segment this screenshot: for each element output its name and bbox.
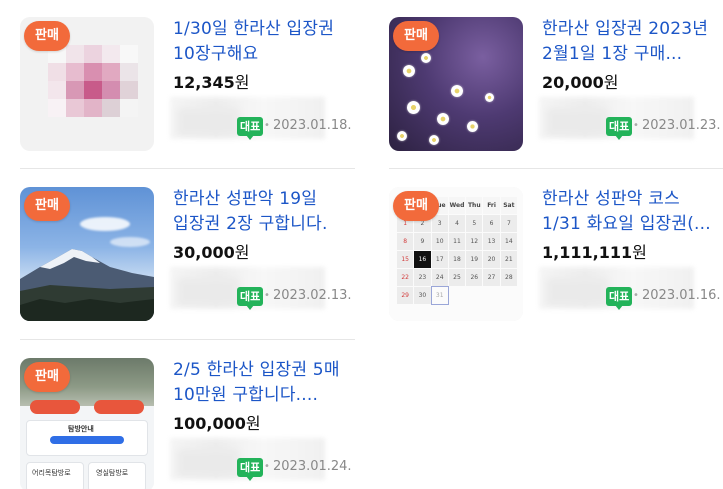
listing-title[interactable]: 한라산 입장권 2023년 2월1일 1장 구매... [542,17,723,67]
row-divider [20,168,355,169]
calendar-day-cell [466,287,483,304]
calendar-header-cell: Thu [466,197,483,214]
sale-badge: 판매 [24,362,70,392]
listing-item[interactable]: 판매 한라산 성판악 19일 입장권 2장 구합니다. 30,000원 대표 •… [20,187,365,327]
calendar-day-cell: 27 [483,269,500,286]
calendar-day-cell: 6 [483,215,500,232]
row-divider [389,168,723,169]
rep-badge: 대표 [237,458,264,481]
row-divider [20,339,355,340]
listing-date: 2023.01.24. [273,459,352,474]
app-course-a: 어리목탐방로 [32,469,71,477]
rep-badge: 대표 [237,287,264,310]
listing-item[interactable]: 탐방안내 어리목탐방로 영실탐방로 판매 2/5 한라산 입장권 5매 10만원… [20,358,365,489]
calendar-day-cell: 20 [483,251,500,268]
listing-price: 100,000원 [173,414,261,433]
listing-item[interactable]: SunMonTueWedThuFriSat1234567891011121314… [389,187,723,327]
app-course-b: 영실탐방로 [96,469,129,477]
rep-badge: 대표 [606,117,633,140]
calendar-day-cell: 5 [466,215,483,232]
calendar-day-cell: 26 [466,269,483,286]
listing-date: 2023.01.23. [642,118,721,133]
calendar-day-cell: 14 [500,233,517,250]
calendar-day-cell: 31 [430,286,449,305]
calendar-day-cell: 13 [483,233,500,250]
sale-badge: 판매 [24,191,70,221]
sale-badge: 판매 [24,21,70,51]
calendar-header-cell: Sat [500,197,517,214]
calendar-day-cell [448,287,466,304]
calendar-day-cell: 29 [397,287,414,304]
listing-thumbnail[interactable]: 판매 [20,187,154,321]
separator-dot: • [633,290,639,301]
sale-badge: 판매 [393,21,439,51]
rep-badge: 대표 [237,117,264,140]
listing-title[interactable]: 한라산 성판악 19일 입장권 2장 구합니다. [173,187,363,237]
listing-title[interactable]: 1/30일 한라산 입장권 10장구해요 [173,17,363,67]
listing-thumbnail[interactable]: 탐방안내 어리목탐방로 영실탐방로 판매 [20,358,154,489]
app-notice-text: 탐방안내 [68,425,94,433]
calendar-day-cell: 18 [448,251,466,268]
blurred-image [48,45,138,117]
calendar-header-cell: Fri [483,197,500,214]
calendar-day-cell: 30 [414,287,431,304]
calendar-day-cell: 8 [397,233,414,250]
separator-dot: • [264,120,270,131]
listing-price: 1,111,111원 [542,243,647,262]
calendar-day-cell: 24 [431,269,448,286]
calendar-day-cell: 9 [414,233,431,250]
separator-dot: • [633,120,639,131]
listing-date: 2023.01.16. [642,288,721,303]
separator-dot: • [264,461,270,472]
listing-title[interactable]: 한라산 성판악 코스 1/31 화요일 입장권(... [542,187,723,237]
listing-item[interactable]: 판매 한라산 입장권 2023년 2월1일 1장 구매... 20,000원 대… [389,17,723,157]
calendar-day-cell: 15 [397,251,414,268]
calendar-day-cell: 25 [448,269,466,286]
calendar-day-cell: 11 [448,233,466,250]
listing-date: 2023.01.18. [273,118,352,133]
calendar-day-cell: 17 [431,251,448,268]
listing-title[interactable]: 2/5 한라산 입장권 5매 10만원 구합니다.... [173,358,363,408]
calendar-day-cell: 10 [431,233,448,250]
calendar-day-cell: 7 [500,215,517,232]
calendar-day-cell: 21 [500,251,517,268]
listing-thumbnail[interactable]: 판매 [389,17,523,151]
calendar-day-cell: 19 [466,251,483,268]
sale-badge: 판매 [393,191,439,221]
calendar-day-cell [500,287,517,304]
calendar-day-cell [483,287,500,304]
separator-dot: • [264,290,270,301]
listing-date: 2023.02.13. [273,288,352,303]
calendar-day-cell: 23 [414,269,431,286]
listing-thumbnail[interactable]: 판매 [20,17,154,151]
listing-price: 30,000원 [173,243,250,262]
rep-badge: 대표 [606,287,633,310]
calendar-day-cell: 22 [397,269,414,286]
listing-price: 20,000원 [542,73,619,92]
calendar-day-cell: 16 [414,251,431,268]
calendar-header-cell: Wed [448,197,466,214]
calendar-day-cell: 4 [448,215,466,232]
calendar-day-cell: 3 [431,215,448,232]
listing-item[interactable]: 판매 1/30일 한라산 입장권 10장구해요 12,345원 대표 • 202… [20,17,365,157]
calendar-day-cell: 28 [500,269,517,286]
calendar-day-cell: 12 [466,233,483,250]
listing-price: 12,345원 [173,73,250,92]
listing-thumbnail[interactable]: SunMonTueWedThuFriSat1234567891011121314… [389,187,523,321]
